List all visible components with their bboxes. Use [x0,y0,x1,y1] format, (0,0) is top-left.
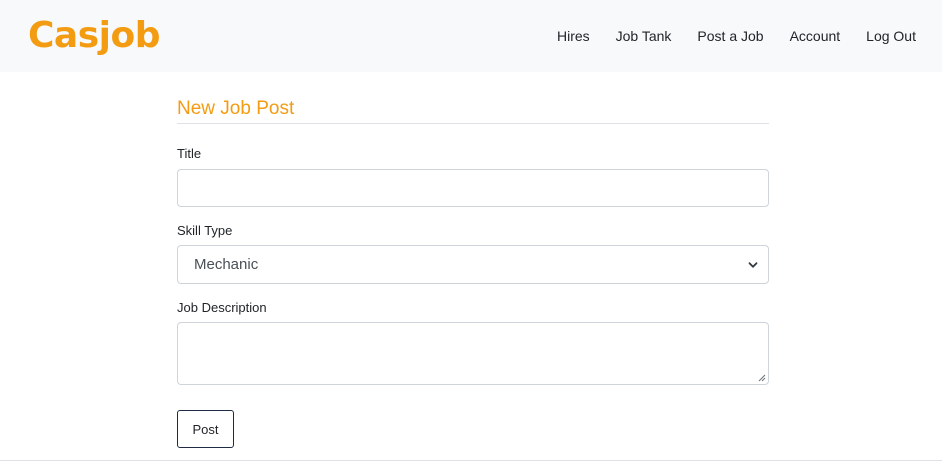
nav-item-log-out[interactable]: Log Out [866,26,916,46]
post-button[interactable]: Post [177,410,234,448]
job-description-textarea[interactable] [177,322,769,385]
resize-grip-icon[interactable] [758,374,766,382]
job-post-form: New Job Post Title Skill Type Mechanic J… [177,96,769,448]
title-label: Title [177,146,202,161]
skill-type-selected-value: Mechanic [194,256,259,273]
nav-menu: Hires Job Tank Post a Job Account Log Ou… [531,26,916,46]
job-description-label: Job Description [177,300,267,315]
nav-item-account[interactable]: Account [790,26,841,46]
skill-type-select[interactable]: Mechanic [177,245,769,284]
page-divider [0,460,942,461]
nav-item-post-a-job[interactable]: Post a Job [697,26,763,46]
title-input[interactable] [177,169,769,207]
brand-logo[interactable]: Casjob [28,12,160,60]
top-navbar: Casjob Hires Job Tank Post a Job Account… [0,0,942,72]
chevron-down-icon [748,261,758,268]
nav-item-hires[interactable]: Hires [557,26,590,46]
page-title: New Job Post [177,96,769,124]
skill-type-label: Skill Type [177,223,233,238]
nav-item-job-tank[interactable]: Job Tank [616,26,672,46]
